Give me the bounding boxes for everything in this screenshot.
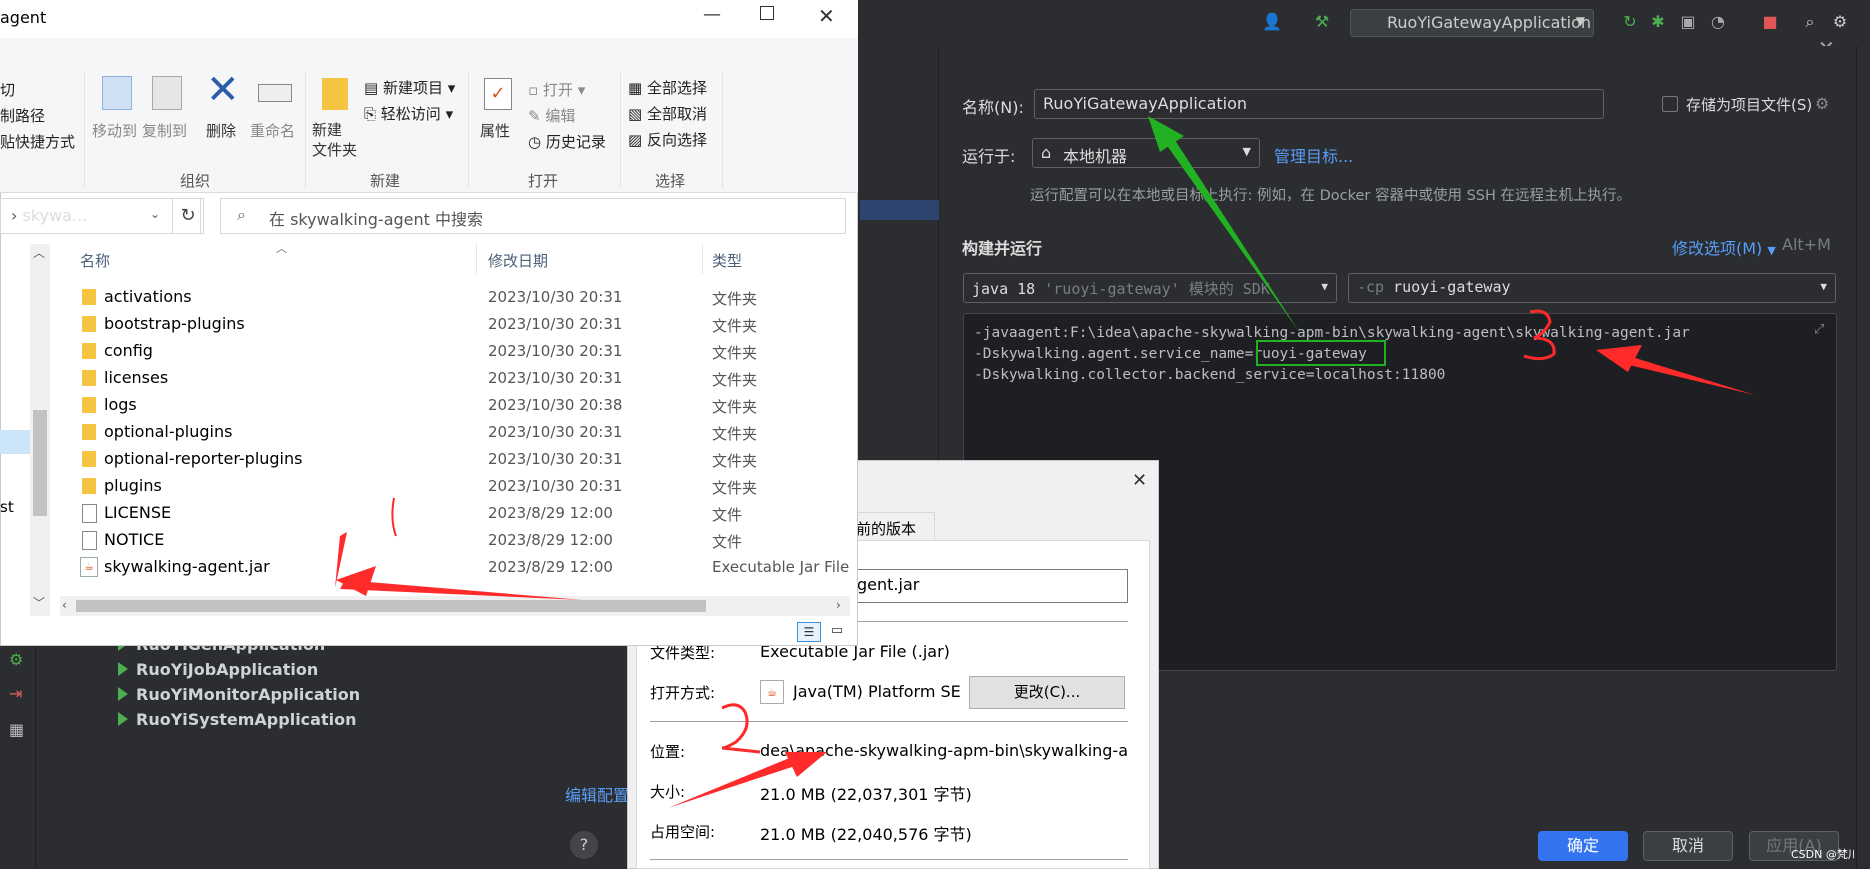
annotation-overlay: [335, 116, 1755, 808]
